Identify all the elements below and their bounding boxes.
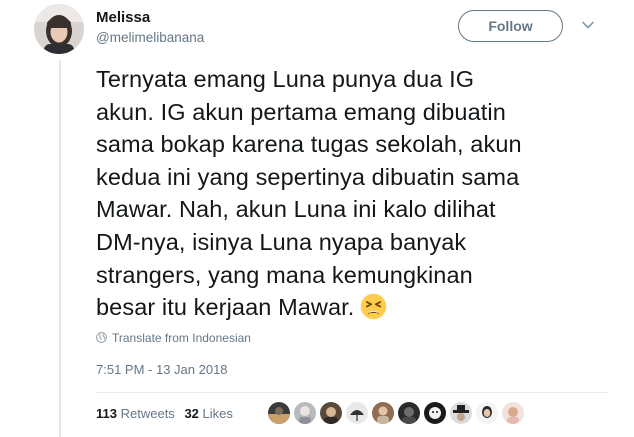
tweet-text-line: Mawar. Nah, akun Luna ini kalo dilihat — [96, 196, 496, 223]
liker-avatar[interactable] — [450, 402, 472, 424]
stats-divider — [96, 392, 608, 393]
likes-count: 32 — [184, 406, 199, 421]
follow-button[interactable]: Follow — [458, 10, 563, 42]
author-avatar[interactable] — [34, 4, 84, 54]
tweet-text-line: strangers, yang mana kemungkinan — [96, 261, 473, 288]
avatar-image — [34, 4, 84, 54]
likes-label: Likes — [202, 406, 233, 421]
tweet-stats: 113 Retweets 32 Likes — [96, 406, 239, 421]
thread-line — [59, 60, 61, 437]
globe-icon — [96, 332, 107, 343]
tweet-text-line: Ternyata emang Luna punya dua IG — [96, 66, 475, 92]
liker-avatar[interactable] — [502, 402, 524, 424]
likes-stat[interactable]: 32 Likes — [184, 406, 232, 421]
tweet-text-line: sama bokap karena tugas sekolah, akun — [96, 131, 522, 158]
tweet-text-line: DM-nya, isinya Luna nyapa banyak — [96, 228, 467, 255]
retweets-label: Retweets — [120, 406, 175, 421]
liker-avatar[interactable] — [346, 402, 368, 424]
author-handle[interactable]: @melimelibanana — [96, 30, 204, 45]
chevron-down-icon[interactable] — [580, 17, 596, 33]
tweet-text-line: akun. IG akun pertama emang dibuatin — [96, 98, 506, 125]
tweet-text-last-line: besar itu kerjaan Mawar. — [96, 291, 526, 324]
tweet-text-line: kedua ini yang sepertinya dibuatin sama — [96, 163, 520, 190]
author-display-name[interactable]: Melissa — [96, 9, 150, 26]
retweets-count: 113 — [96, 406, 117, 421]
translate-label: Translate from Indonesian — [112, 331, 251, 345]
tweet-timestamp[interactable]: 7:51 PM - 13 Jan 2018 — [96, 362, 228, 377]
tired-face-icon — [360, 293, 387, 320]
tweet-text-line: besar itu kerjaan Mawar. — [96, 294, 355, 321]
likers-avatar-list — [268, 402, 524, 424]
liker-avatar[interactable] — [424, 402, 446, 424]
liker-avatar[interactable] — [476, 402, 498, 424]
liker-avatar[interactable] — [294, 402, 316, 424]
liker-avatar[interactable] — [268, 402, 290, 424]
liker-avatar[interactable] — [320, 402, 342, 424]
tweet-card: Melissa @melimelibanana Follow Ternyata … — [0, 0, 634, 437]
tweet-text: Ternyata emang Luna punya dua IG akun. I… — [96, 63, 526, 324]
liker-avatar[interactable] — [398, 402, 420, 424]
translate-link[interactable]: Translate from Indonesian — [96, 331, 251, 345]
retweets-stat[interactable]: 113 Retweets — [96, 406, 175, 421]
liker-avatar[interactable] — [372, 402, 394, 424]
